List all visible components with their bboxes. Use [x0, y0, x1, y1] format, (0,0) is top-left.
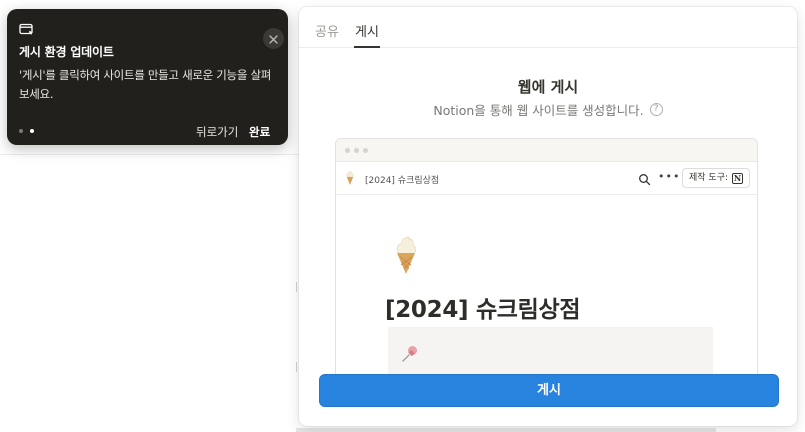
search-icon: [638, 171, 651, 186]
background-mark: [296, 282, 297, 292]
window-dot: [345, 148, 350, 153]
publish-button[interactable]: 게시: [319, 374, 779, 407]
window-dot: [363, 148, 368, 153]
subheading-text: Notion을 통해 웹 사이트를 생성합니다.: [433, 103, 644, 118]
onboarding-tooltip: 게시 환경 업데이트 '게시'를 클릭하여 사이트를 만들고 새로운 기능을 살…: [7, 9, 288, 145]
modal-subheading: Notion을 통해 웹 사이트를 생성합니다. ?: [299, 100, 797, 119]
made-with-notion-badge: 제작 도구: N: [682, 168, 751, 188]
preview-page-title: [2024] 슈크림상점: [385, 297, 581, 323]
preview-window-bar: [336, 139, 757, 162]
notion-logo-icon: N: [732, 172, 744, 184]
active-tab-indicator: [354, 46, 380, 48]
share-publish-modal: 공유 게시 웹에 게시 Notion을 통해 웹 사이트를 생성합니다. ? […: [299, 7, 797, 426]
step-dot-active: [30, 129, 34, 133]
modal-heading: 웹에 게시: [517, 78, 579, 96]
background-divider: [296, 428, 716, 432]
tab-publish[interactable]: 게시: [355, 21, 379, 40]
background-divider: [0, 154, 300, 155]
preview-breadcrumb: [2024] 슈크림상점: [365, 176, 440, 186]
made-with-label: 제작 도구:: [689, 173, 729, 183]
done-button[interactable]: 완료: [249, 124, 270, 140]
step-indicator: [19, 129, 34, 133]
site-preview: [2024] 슈크림상점 ••• 제작 도구: N [2024] 슈크림상점: [335, 138, 758, 398]
step-dot: [19, 129, 23, 133]
background-mark: [296, 362, 297, 372]
ice-cream-cone-icon: [345, 170, 355, 186]
tab-share[interactable]: 공유: [315, 21, 339, 40]
close-button[interactable]: [263, 28, 284, 49]
close-icon: [269, 29, 278, 48]
more-horizontal-icon: •••: [658, 170, 681, 183]
window-dot: [354, 148, 359, 153]
ice-cream-cone-icon: [392, 235, 420, 275]
back-button[interactable]: 뒤로가기: [196, 124, 238, 140]
tooltip-body: '게시'를 클릭하여 사이트를 만들고 새로운 기능을 살펴보세요.: [19, 68, 272, 101]
question-circle-icon[interactable]: ?: [649, 103, 663, 116]
pushpin-icon: [400, 344, 420, 364]
preview-page-header: [2024] 슈크림상점 ••• 제작 도구: N: [336, 162, 757, 195]
tooltip-title: 게시 환경 업데이트: [19, 45, 114, 59]
tab-bar: 공유 게시: [299, 7, 797, 48]
browser-window-icon: [19, 21, 34, 35]
